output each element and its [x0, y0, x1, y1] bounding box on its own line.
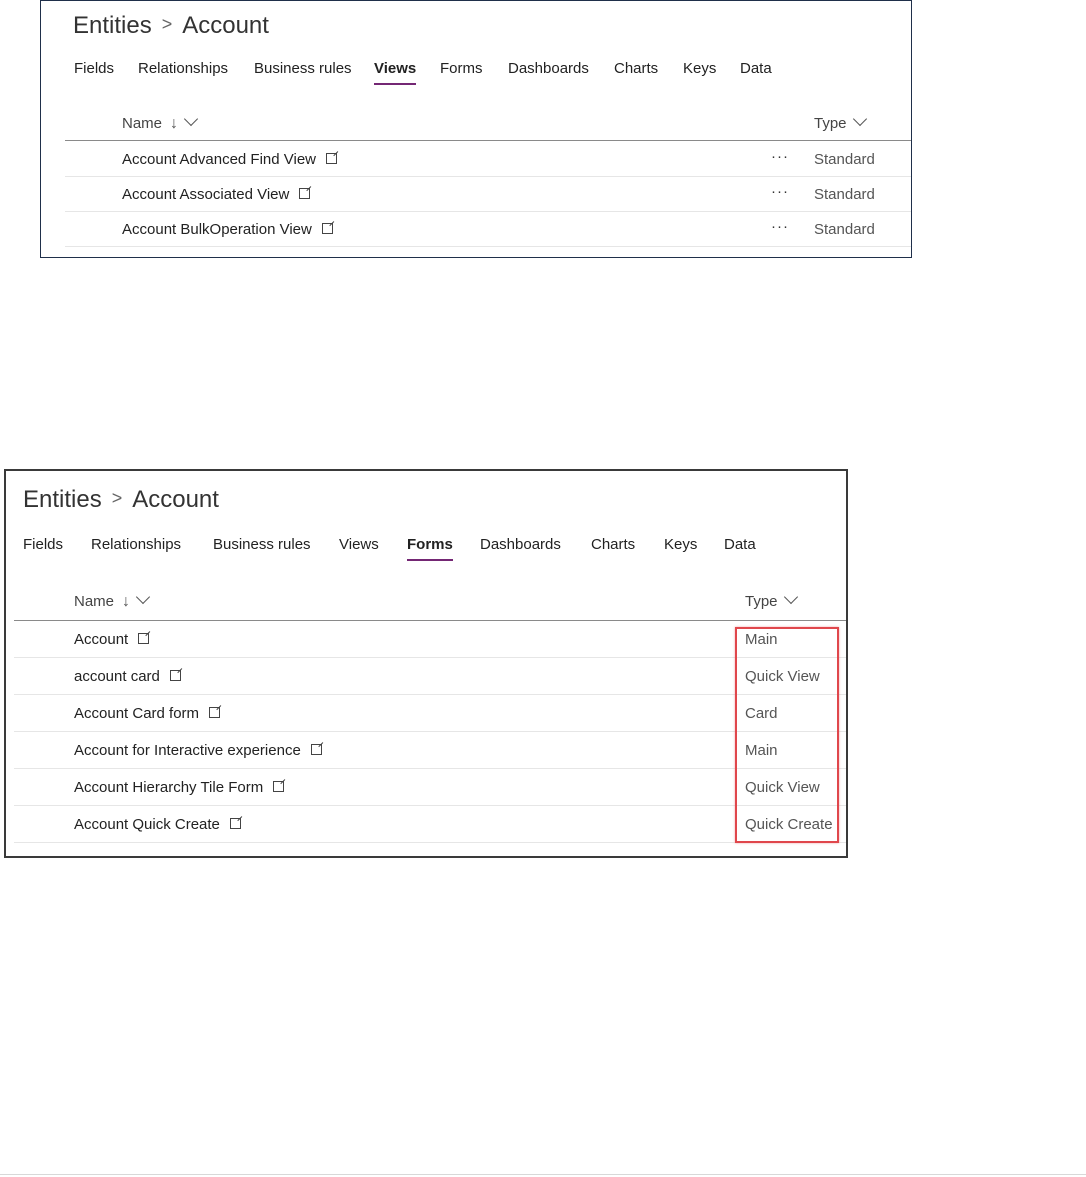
- table-row[interactable]: Account Quick Create: [74, 816, 241, 833]
- chevron-right-icon: >: [161, 14, 173, 34]
- row-divider: [14, 657, 846, 658]
- row-name[interactable]: Account BulkOperation View: [122, 221, 312, 238]
- table-row[interactable]: Account for Interactive experience: [74, 742, 322, 759]
- breadcrumb: Entities > Account: [73, 12, 269, 40]
- tab-business-rules[interactable]: Business rules: [254, 60, 352, 77]
- name-column-header[interactable]: Name ↓: [74, 589, 151, 611]
- row-divider: [14, 694, 846, 695]
- row-type: Standard: [814, 221, 875, 238]
- chevron-down-icon: [183, 111, 199, 127]
- row-name[interactable]: Account Advanced Find View: [122, 151, 316, 168]
- tab-keys[interactable]: Keys: [683, 60, 716, 77]
- tab-views[interactable]: Views: [339, 536, 379, 553]
- type-column-highlight-box: [735, 627, 839, 843]
- tab-business-rules[interactable]: Business rules: [213, 536, 311, 553]
- type-column-label: Type: [814, 115, 847, 132]
- breadcrumb-entities-link[interactable]: Entities: [73, 12, 152, 39]
- type-column-header[interactable]: Type: [745, 589, 798, 610]
- table-row[interactable]: Account Associated View: [122, 186, 311, 203]
- open-external-icon[interactable]: [169, 670, 181, 681]
- type-column-label: Type: [745, 593, 778, 610]
- chevron-right-icon: >: [111, 488, 123, 508]
- open-external-icon[interactable]: [229, 818, 241, 829]
- page-bottom-divider: [0, 1174, 1086, 1175]
- row-divider: [65, 176, 911, 177]
- open-external-icon[interactable]: [299, 188, 311, 199]
- header-divider: [14, 620, 846, 621]
- row-name[interactable]: Account Hierarchy Tile Form: [74, 779, 263, 796]
- chevron-down-icon: [135, 589, 151, 605]
- row-actions-button[interactable]: ···: [771, 148, 789, 165]
- tab-charts[interactable]: Charts: [614, 60, 658, 77]
- row-name[interactable]: Account for Interactive experience: [74, 742, 301, 759]
- row-divider: [65, 211, 911, 212]
- views-panel: Entities > Account Fields Relationships Bu…: [40, 0, 912, 258]
- table-row[interactable]: Account: [74, 631, 150, 648]
- row-divider: [14, 842, 846, 843]
- name-column-label: Name: [74, 593, 115, 610]
- type-column-header[interactable]: Type: [814, 111, 867, 132]
- row-divider: [65, 246, 911, 247]
- tab-keys[interactable]: Keys: [664, 536, 697, 553]
- tab-views[interactable]: Views: [374, 60, 417, 85]
- header-divider: [65, 140, 911, 141]
- row-name[interactable]: Account Associated View: [122, 186, 289, 203]
- open-external-icon[interactable]: [138, 633, 150, 644]
- table-row[interactable]: Account Card form: [74, 705, 221, 722]
- row-type: Standard: [814, 186, 875, 203]
- row-divider: [14, 731, 846, 732]
- forms-panel: Entities > Account Fields Relationships Bu…: [4, 469, 848, 858]
- row-name[interactable]: account card: [74, 668, 160, 685]
- row-actions-button[interactable]: ···: [771, 218, 789, 235]
- open-external-icon[interactable]: [321, 223, 333, 234]
- tab-relationships[interactable]: Relationships: [91, 536, 181, 553]
- breadcrumb: Entities > Account: [23, 486, 219, 514]
- tab-fields[interactable]: Fields: [74, 60, 114, 77]
- open-external-icon[interactable]: [273, 781, 285, 792]
- tab-dashboards[interactable]: Dashboards: [480, 536, 561, 553]
- row-actions-button[interactable]: ···: [771, 183, 789, 200]
- open-external-icon[interactable]: [209, 707, 221, 718]
- tab-dashboards[interactable]: Dashboards: [508, 60, 589, 77]
- tab-data[interactable]: Data: [724, 536, 756, 553]
- table-row[interactable]: Account BulkOperation View: [122, 221, 333, 238]
- breadcrumb-current: Account: [132, 486, 219, 513]
- row-type: Standard: [814, 151, 875, 168]
- sort-down-arrow-icon: ↓: [122, 593, 131, 610]
- open-external-icon[interactable]: [326, 153, 338, 164]
- row-divider: [14, 805, 846, 806]
- row-name[interactable]: Account Quick Create: [74, 816, 220, 833]
- table-row[interactable]: Account Advanced Find View: [122, 151, 338, 168]
- chevron-down-icon: [783, 589, 798, 605]
- breadcrumb-entities-link[interactable]: Entities: [23, 486, 102, 513]
- name-column-header[interactable]: Name ↓: [122, 111, 199, 133]
- table-row[interactable]: account card: [74, 668, 181, 685]
- chevron-down-icon: [852, 111, 867, 127]
- row-name[interactable]: Account: [74, 631, 128, 648]
- tab-relationships[interactable]: Relationships: [138, 60, 228, 77]
- tab-data[interactable]: Data: [740, 60, 772, 77]
- sort-down-arrow-icon: ↓: [170, 115, 179, 132]
- name-column-label: Name: [122, 115, 163, 132]
- tab-fields[interactable]: Fields: [23, 536, 63, 553]
- row-name[interactable]: Account Card form: [74, 705, 199, 722]
- tab-charts[interactable]: Charts: [591, 536, 635, 553]
- tab-forms[interactable]: Forms: [407, 536, 453, 561]
- table-row[interactable]: Account Hierarchy Tile Form: [74, 779, 285, 796]
- breadcrumb-current: Account: [182, 12, 269, 39]
- tab-forms[interactable]: Forms: [440, 60, 483, 77]
- row-divider: [14, 768, 846, 769]
- open-external-icon[interactable]: [310, 744, 322, 755]
